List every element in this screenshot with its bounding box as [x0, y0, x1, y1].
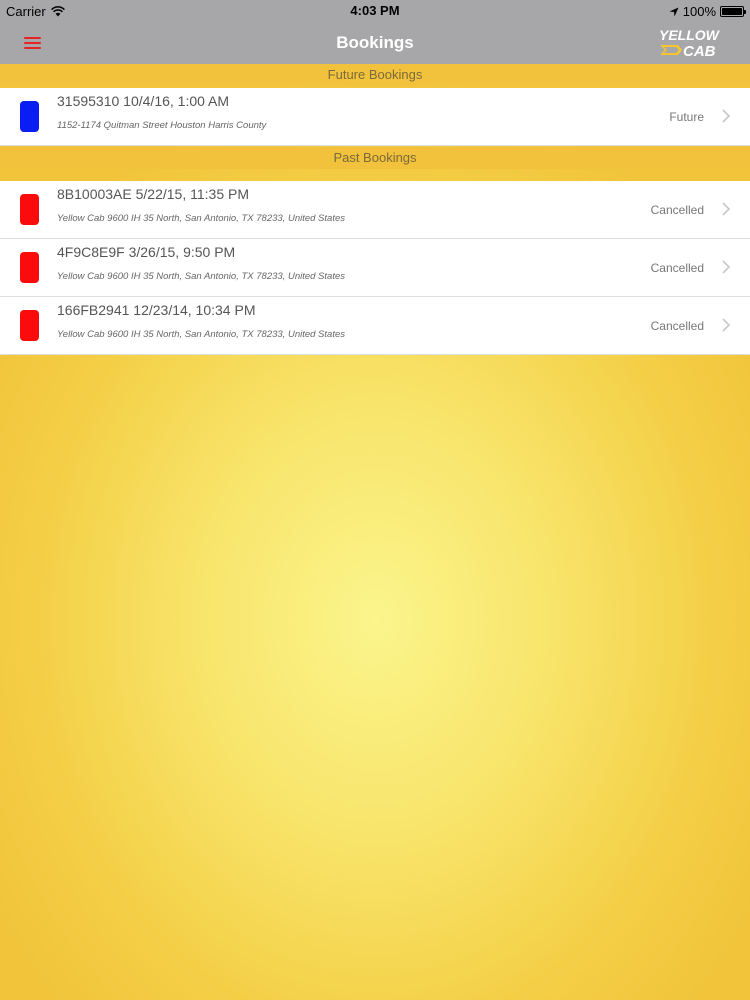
booking-title: 166FB2941 12/23/14, 10:34 PM [57, 302, 256, 318]
chevron-right-icon [722, 260, 731, 274]
page-title: Bookings [336, 33, 414, 52]
booking-status-marker [20, 194, 39, 225]
chevron-right-icon [722, 202, 731, 216]
booking-row[interactable]: 8B10003AE 5/22/15, 11:35 PM Yellow Cab 9… [0, 181, 750, 239]
booking-address: Yellow Cab 9600 IH 35 North, San Antonio… [57, 213, 345, 224]
booking-status-marker [20, 101, 39, 132]
booking-row[interactable]: 4F9C8E9F 3/26/15, 9:50 PM Yellow Cab 960… [0, 239, 750, 297]
booking-status: Cancelled [650, 203, 704, 217]
booking-title: 31595310 10/4/16, 1:00 AM [57, 93, 230, 109]
future-bookings-header: Future Bookings [0, 64, 750, 86]
status-bar: Carrier 4:03 PM 100% [0, 0, 750, 22]
battery-icon [720, 6, 746, 17]
booking-row[interactable]: 31595310 10/4/16, 1:00 AM 1152-1174 Quit… [0, 88, 750, 146]
status-right: 100% [669, 4, 746, 19]
booking-status: Cancelled [650, 319, 704, 333]
svg-text:CAB: CAB [683, 43, 716, 60]
booking-address: Yellow Cab 9600 IH 35 North, San Antonio… [57, 329, 345, 340]
booking-status-marker [20, 252, 39, 283]
booking-status: Future [669, 110, 704, 124]
booking-address: Yellow Cab 9600 IH 35 North, San Antonio… [57, 271, 345, 282]
booking-status-marker [20, 310, 39, 341]
booking-status: Cancelled [650, 261, 704, 275]
booking-title: 4F9C8E9F 3/26/15, 9:50 PM [57, 244, 236, 260]
past-bookings-header: Past Bookings [0, 147, 750, 169]
nav-bar: Bookings YELLOW CAB [0, 22, 750, 64]
svg-text:YELLOW: YELLOW [659, 27, 721, 43]
yellow-cab-logo: YELLOW CAB [659, 27, 721, 60]
chevron-right-icon [722, 318, 731, 332]
booking-address: 1152-1174 Quitman Street Houston Harris … [57, 120, 267, 131]
battery-percent: 100% [682, 4, 716, 19]
status-time: 4:03 PM [350, 3, 400, 18]
location-arrow-icon [669, 7, 679, 16]
chevron-right-icon [722, 109, 731, 123]
booking-title: 8B10003AE 5/22/15, 11:35 PM [57, 186, 249, 202]
booking-row[interactable]: 166FB2941 12/23/14, 10:34 PM Yellow Cab … [0, 297, 750, 355]
